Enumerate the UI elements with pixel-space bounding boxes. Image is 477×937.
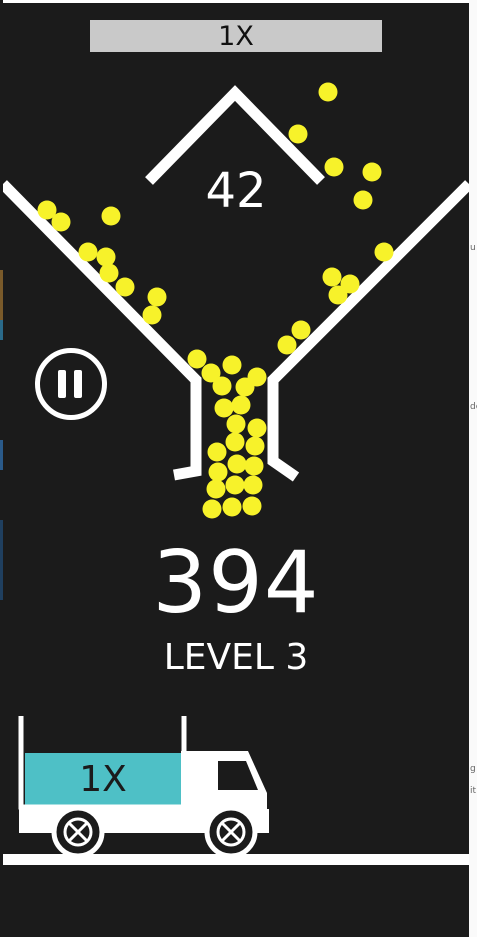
- ball: [225, 475, 245, 495]
- ball: [244, 456, 264, 476]
- ball: [247, 418, 267, 438]
- ball: [242, 496, 262, 516]
- ball: [374, 242, 394, 262]
- ball: [187, 349, 207, 369]
- ball: [288, 124, 308, 144]
- game-screen[interactable]: 1X 42 394 LEVEL 3 1X: [3, 3, 469, 937]
- funnel-left-wall: [3, 180, 202, 481]
- truck-rear-wheel: [51, 805, 105, 859]
- ball: [243, 475, 263, 495]
- level-label: LEVEL 3: [163, 637, 309, 678]
- ball: [225, 432, 245, 452]
- pause-button[interactable]: [35, 348, 107, 420]
- ball: [142, 305, 162, 325]
- ball: [78, 242, 98, 262]
- ball: [202, 499, 222, 519]
- ball: [51, 212, 71, 232]
- ball: [147, 287, 167, 307]
- ball: [214, 398, 234, 418]
- ball: [208, 462, 228, 482]
- ball: [115, 277, 135, 297]
- ball: [226, 414, 246, 434]
- ball: [322, 267, 342, 287]
- ball: [277, 335, 297, 355]
- ball: [353, 190, 373, 210]
- ball: [212, 376, 232, 396]
- ball: [231, 395, 251, 415]
- ball: [101, 206, 121, 226]
- ball: [227, 454, 247, 474]
- ball: [318, 82, 338, 102]
- ball: [291, 320, 311, 340]
- ball: [362, 162, 382, 182]
- ball: [324, 157, 344, 177]
- truck-front-wheel: [204, 805, 258, 859]
- ball: [99, 263, 119, 283]
- ball: [328, 285, 348, 305]
- truck-multiplier-label: 1X: [79, 759, 127, 800]
- ball-target-count: 42: [205, 163, 267, 219]
- ball: [96, 247, 116, 267]
- ball: [222, 497, 242, 517]
- ball: [206, 479, 226, 499]
- ball: [247, 367, 267, 387]
- right-window-edge: u de g it: [469, 0, 477, 937]
- ball: [222, 355, 242, 375]
- ball: [245, 436, 265, 456]
- ball: [207, 442, 227, 462]
- ball-group: [37, 82, 394, 519]
- score-display: 394: [152, 533, 320, 633]
